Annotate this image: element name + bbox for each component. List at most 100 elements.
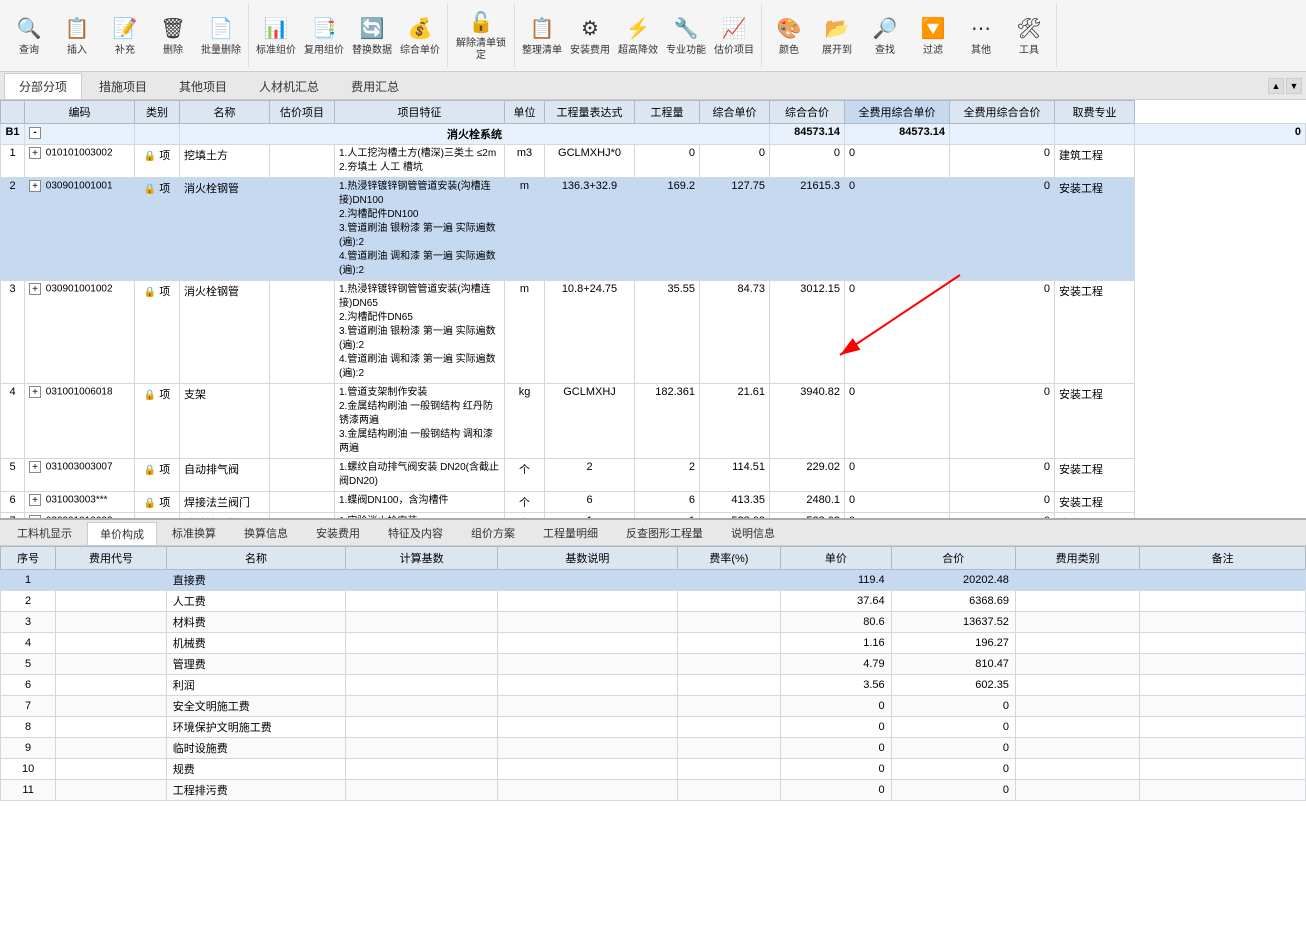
expand-btn[interactable]: + <box>29 461 41 473</box>
tab-sub-part[interactable]: 分部分项 <box>4 73 82 99</box>
detail-calc-base <box>346 633 498 654</box>
toolbar-other-button[interactable]: ⋯ 其他 <box>958 6 1004 66</box>
detail-base-desc <box>498 717 678 738</box>
toolbar-find-button[interactable]: 🔎 查找 <box>862 6 908 66</box>
table-row[interactable]: 6 + 031003003*** 🔒 项 焊接法兰阀门 1.蝶阀DN100，含沟… <box>1 492 1306 513</box>
detail-list-item[interactable]: 4 机械费 1.16 196.27 <box>1 633 1306 654</box>
detail-rate <box>677 696 781 717</box>
col-fee-type[interactable]: 取费专业 <box>1055 101 1135 124</box>
tab-calc-info[interactable]: 换算信息 <box>231 521 301 544</box>
expand-btn[interactable]: + <box>29 147 41 159</box>
col-code[interactable]: 编码 <box>25 101 135 124</box>
tab-qty-detail[interactable]: 工程量明细 <box>530 521 611 544</box>
table-row[interactable]: 5 + 031003003007 🔒 项 自动排气阀 1.螺纹自动排气阀安装 D… <box>1 459 1306 492</box>
toolbar-combined-unit-button[interactable]: 💰 综合单价 <box>397 6 443 66</box>
detail-base-desc <box>498 675 678 696</box>
detail-list-item[interactable]: 5 管理费 4.79 810.47 <box>1 654 1306 675</box>
table-row-b1[interactable]: B1 - 消火栓系统 84573.14 84573.14 0 <box>1 124 1306 145</box>
batch-delete-icon: 📄 <box>207 15 235 43</box>
bottom-table-area[interactable]: 序号 费用代号 名称 计算基数 基数说明 费率(%) 单价 合价 费用类别 备注… <box>0 546 1306 928</box>
tab-other-items[interactable]: 其他项目 <box>164 73 242 99</box>
col-type[interactable]: 类别 <box>135 101 180 124</box>
table-row[interactable]: 1 + 010101003002 🔒 项 挖填土方 1.人工挖沟槽土方(槽深)三… <box>1 145 1306 178</box>
detail-list-item[interactable]: 10 规费 0 0 <box>1 759 1306 780</box>
table-row[interactable]: 2 + 030901001001 🔒 项 消火栓钢管 1.热浸锌镀锌钢管管道安装… <box>1 178 1306 281</box>
col-qty-expr[interactable]: 工程量表达式 <box>545 101 635 124</box>
toolbar-reuse-group-button[interactable]: 📑 复用组价 <box>301 6 347 66</box>
tab-labor-machine[interactable]: 工料机显示 <box>4 521 85 544</box>
toolbar-search-button[interactable]: 🔍 查询 <box>6 6 52 66</box>
install-fee-icon: ⚙ <box>576 15 604 43</box>
detail-list-item[interactable]: 9 临时设施费 0 0 <box>1 738 1306 759</box>
tab-labor-material[interactable]: 人材机汇总 <box>244 73 334 99</box>
col-estimate[interactable]: 估价项目 <box>270 101 335 124</box>
toolbar-std-group-button[interactable]: 📊 标准组价 <box>253 6 299 66</box>
detail-list-item[interactable]: 2 人工费 37.64 6368.69 <box>1 591 1306 612</box>
col-full-unit-price[interactable]: 全费用综合单价 <box>845 101 950 124</box>
toolbar-expand-to-button[interactable]: 📂 展开到 <box>814 6 860 66</box>
row-name: 自动排气阀 <box>180 459 270 492</box>
detail-col-total: 合价 <box>891 547 1015 570</box>
toolbar-sort-button[interactable]: 📋 整理清单 <box>519 6 565 66</box>
tab-note[interactable]: 说明信息 <box>718 521 788 544</box>
tab-features-content[interactable]: 特征及内容 <box>375 521 456 544</box>
toolbar-high-efficiency-button[interactable]: ⚡ 超高降效 <box>615 6 661 66</box>
tab-unit-price[interactable]: 单价构成 <box>87 522 157 545</box>
expand-btn[interactable]: + <box>29 283 41 295</box>
row-full-unit-price: 0 <box>845 459 950 492</box>
tab-check-drawing[interactable]: 反查图形工程量 <box>613 521 716 544</box>
detail-list-item[interactable]: 7 安全文明施工费 0 0 <box>1 696 1306 717</box>
toolbar-parse-button[interactable]: 🔓 解除清单锁定 <box>452 6 510 66</box>
tab-fee-summary[interactable]: 费用汇总 <box>336 73 414 99</box>
toolbar-filter-button[interactable]: 🔽 过滤 <box>910 6 956 66</box>
toolbar-delete-button[interactable]: 🗑 删除 <box>150 6 196 66</box>
detail-no: 8 <box>1 717 56 738</box>
row-total-price: 0 <box>770 145 845 178</box>
row-type: 🔒 项 <box>135 513 180 521</box>
toolbar-color-label: 颜色 <box>779 45 799 57</box>
row-type: 🔒 项 <box>135 384 180 459</box>
toolbar-insert-button[interactable]: 📋 插入 <box>54 6 100 66</box>
toolbar-special-func-button[interactable]: 🔧 专业功能 <box>663 6 709 66</box>
toolbar-replace-data-button[interactable]: 🔄 替换数据 <box>349 6 395 66</box>
table-row[interactable]: 4 + 031001006018 🔒 项 支架 1.管道支架制作安装2.金属结构… <box>1 384 1306 459</box>
tab-install-fee[interactable]: 安装费用 <box>303 521 373 544</box>
detail-list-item[interactable]: 1 直接费 119.4 20202.48 <box>1 570 1306 591</box>
table-row[interactable]: 7 + 030901010003 🔒 项 试验消火栓 1.实验消火栓安装2.含压… <box>1 513 1306 521</box>
toolbar-estimate-button[interactable]: 📈 估价项目 <box>711 6 757 66</box>
col-total-price[interactable]: 综合合价 <box>770 101 845 124</box>
b1-expand-btn[interactable]: - <box>29 127 41 139</box>
toolbar-tools-button[interactable]: 🛠 工具 <box>1006 6 1052 66</box>
toolbar-supplement-button[interactable]: 📝 补充 <box>102 6 148 66</box>
col-name[interactable]: 名称 <box>180 101 270 124</box>
tab-std-convert[interactable]: 标准换算 <box>159 521 229 544</box>
expand-btn[interactable]: + <box>29 180 41 192</box>
col-unit[interactable]: 单位 <box>505 101 545 124</box>
row-full-unit-price: 0 <box>845 492 950 513</box>
row-features: 1.热浸锌镀锌钢管管道安装(沟槽连接)DN1002.沟槽配件DN1003.管道刷… <box>335 178 505 281</box>
row-qty-expr: GCLMXHJ <box>545 384 635 459</box>
toolbar-batch-delete-button[interactable]: 📄 批量删除 <box>198 6 244 66</box>
col-unit-price[interactable]: 综合单价 <box>700 101 770 124</box>
tab-group-plan[interactable]: 组价方案 <box>458 521 528 544</box>
expand-btn[interactable]: + <box>29 494 41 506</box>
row-fee-type: 安装工程 <box>1055 513 1135 521</box>
toolbar-color-button[interactable]: 🎨 颜色 <box>766 6 812 66</box>
detail-list-item[interactable]: 6 利润 3.56 602.35 <box>1 675 1306 696</box>
b1-expand[interactable]: - <box>25 124 135 145</box>
detail-unit-price: 0 <box>781 738 891 759</box>
detail-list-item[interactable]: 11 工程排污费 0 0 <box>1 780 1306 801</box>
main-table-area[interactable]: 编码 类别 名称 估价项目 项目特征 单位 工程量表达式 工程量 综合单价 综合… <box>0 100 1306 520</box>
expand-btn[interactable]: + <box>29 515 41 520</box>
table-row[interactable]: 3 + 030901001002 🔒 项 消火栓钢管 1.热浸锌镀锌钢管管道安装… <box>1 281 1306 384</box>
col-features[interactable]: 项目特征 <box>335 101 505 124</box>
col-qty[interactable]: 工程量 <box>635 101 700 124</box>
tab-nav-up[interactable]: ▲ <box>1268 78 1284 94</box>
tab-nav-down[interactable]: ▼ <box>1286 78 1302 94</box>
tab-measures[interactable]: 措施项目 <box>84 73 162 99</box>
expand-btn[interactable]: + <box>29 386 41 398</box>
col-full-total-price[interactable]: 全费用综合合价 <box>950 101 1055 124</box>
toolbar-install-fee-button[interactable]: ⚙ 安装费用 <box>567 6 613 66</box>
detail-list-item[interactable]: 3 材料费 80.6 13637.52 <box>1 612 1306 633</box>
detail-list-item[interactable]: 8 环境保护文明施工费 0 0 <box>1 717 1306 738</box>
